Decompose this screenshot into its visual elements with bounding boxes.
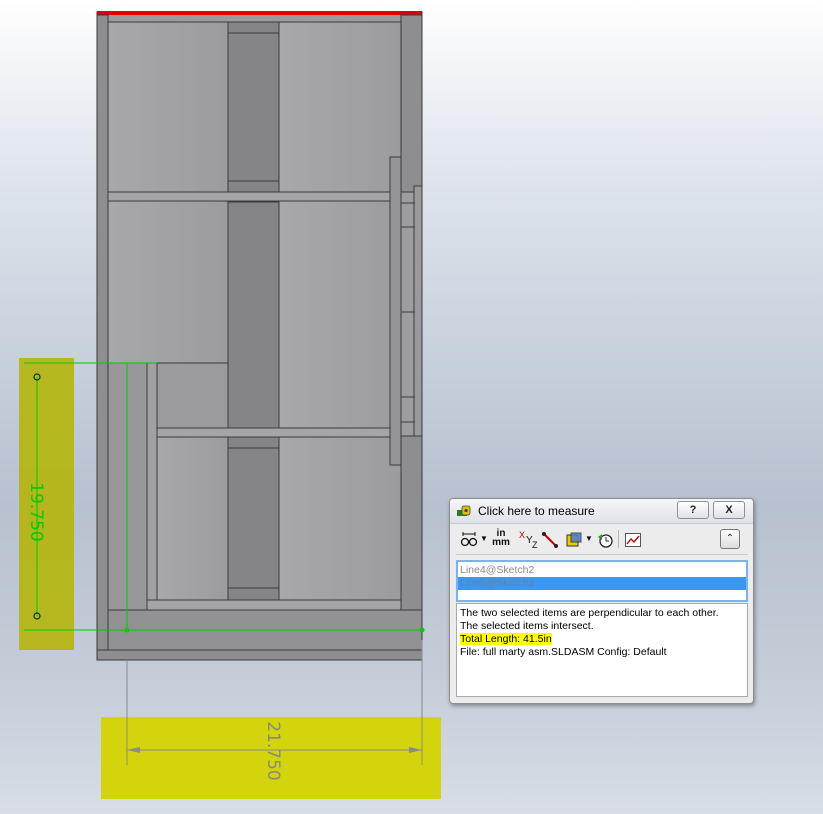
measure-tape-icon [457,505,471,516]
double-chevron-up-icon: ⌃ [725,533,735,544]
selection-item[interactable]: Line4@Sketch2 [458,564,746,577]
dialog-titlebar[interactable]: Click here to measure ? X [450,499,753,524]
measure-results: The two selected items are perpendicular… [456,603,748,697]
result-intersect: The selected items intersect. [460,620,594,632]
chevron-down-icon[interactable]: ▼ [585,534,593,552]
chevron-down-icon[interactable]: ▼ [480,534,488,552]
units-bottom-label: mm [492,537,510,548]
vertical-dimension-value: 19.750 [26,482,46,541]
help-button[interactable]: ? [677,501,709,519]
xyz-measure-button[interactable]: X Y Z [517,530,539,550]
result-perpendicular: The two selected items are perpendicular… [460,607,719,619]
x-label: X [519,530,526,540]
measure-history-icon[interactable] [596,531,614,549]
horizontal-dimension[interactable]: 21.750 [101,640,441,799]
create-sensor-icon[interactable] [624,531,642,549]
point-to-point-icon[interactable] [541,531,559,549]
measure-dialog[interactable]: Click here to measure ? X ▼ in mm X Y Z [449,498,754,704]
z-label: Z [532,540,538,550]
cabinet-model[interactable] [96,11,423,661]
collapse-button[interactable]: ⌃ [720,529,740,549]
close-button[interactable]: X [713,501,745,519]
selection-item-selected[interactable]: Line5@Sketch2 [458,577,746,590]
selection-list[interactable]: Line4@Sketch2 Line5@Sketch2 [456,560,748,602]
dialog-title[interactable]: Click here to measure [478,504,595,518]
divider [456,554,748,555]
horizontal-dimension-value: 21.750 [263,721,283,780]
projection-icon[interactable] [565,531,583,549]
result-file-info: File: full marty asm.SLDASM Config: Defa… [460,646,667,658]
result-total-length: Total Length: 41.5in [460,633,552,645]
arc-circle-measure-icon[interactable] [460,531,478,549]
toolbar-separator [618,530,619,548]
selected-top-edge [97,11,422,15]
measure-toolbar: ▼ in mm X Y Z ▼ ⌃ [456,529,748,551]
units-precision-button[interactable]: in mm [491,529,511,548]
